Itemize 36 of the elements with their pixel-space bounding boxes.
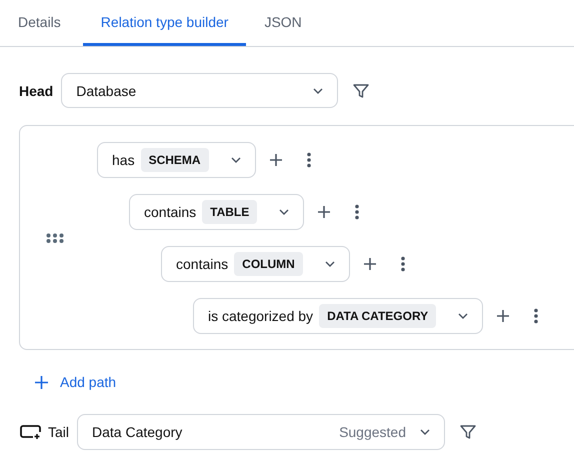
more-options-icon[interactable] [355, 204, 360, 220]
chevron-down-icon [324, 260, 335, 266]
add-icon[interactable] [362, 256, 377, 270]
more-options-icon[interactable] [306, 152, 311, 168]
tail-dropdown[interactable]: Data Category Suggested [77, 414, 446, 450]
type-tag: SCHEMA [140, 148, 209, 172]
tab[interactable]: Details [0, 0, 83, 46]
chevron-down-icon [279, 208, 290, 214]
more-options-icon[interactable] [400, 256, 405, 272]
chevron-down-icon [313, 88, 324, 94]
suggested-hint: Suggested [339, 424, 406, 440]
chevron-down-icon [458, 312, 468, 318]
filter-icon[interactable] [352, 82, 370, 100]
relation-dropdown[interactable]: contains COLUMN [161, 246, 350, 282]
type-tag: TABLE [202, 200, 258, 224]
add-icon[interactable] [317, 204, 332, 218]
relation-dropdown[interactable]: has SCHEMA [97, 142, 256, 178]
tail-icon [20, 425, 42, 439]
filter-icon[interactable] [459, 423, 478, 441]
chevron-down-icon [420, 429, 430, 435]
tab[interactable]: JSON [246, 0, 320, 46]
head-label: Head [19, 82, 54, 98]
tab[interactable]: Relation type builder [82, 0, 246, 46]
chevron-down-icon [230, 156, 241, 162]
head-dropdown[interactable]: Database [61, 73, 338, 108]
relation-dropdown[interactable]: contains TABLE [129, 194, 304, 230]
relation-dropdown[interactable]: is categorized by DATA CATEGORY [193, 298, 484, 334]
add-icon[interactable] [268, 152, 283, 166]
type-tag: DATA CATEGORY [319, 304, 436, 328]
type-tag: COLUMN [234, 252, 303, 276]
tail-label: Tail [48, 424, 70, 440]
plus-icon [35, 376, 48, 388]
more-options-icon[interactable] [534, 308, 538, 324]
add-icon[interactable] [496, 308, 510, 322]
drag-handle-icon[interactable] [46, 232, 64, 242]
add-path-button[interactable]: Add path [35, 374, 116, 390]
